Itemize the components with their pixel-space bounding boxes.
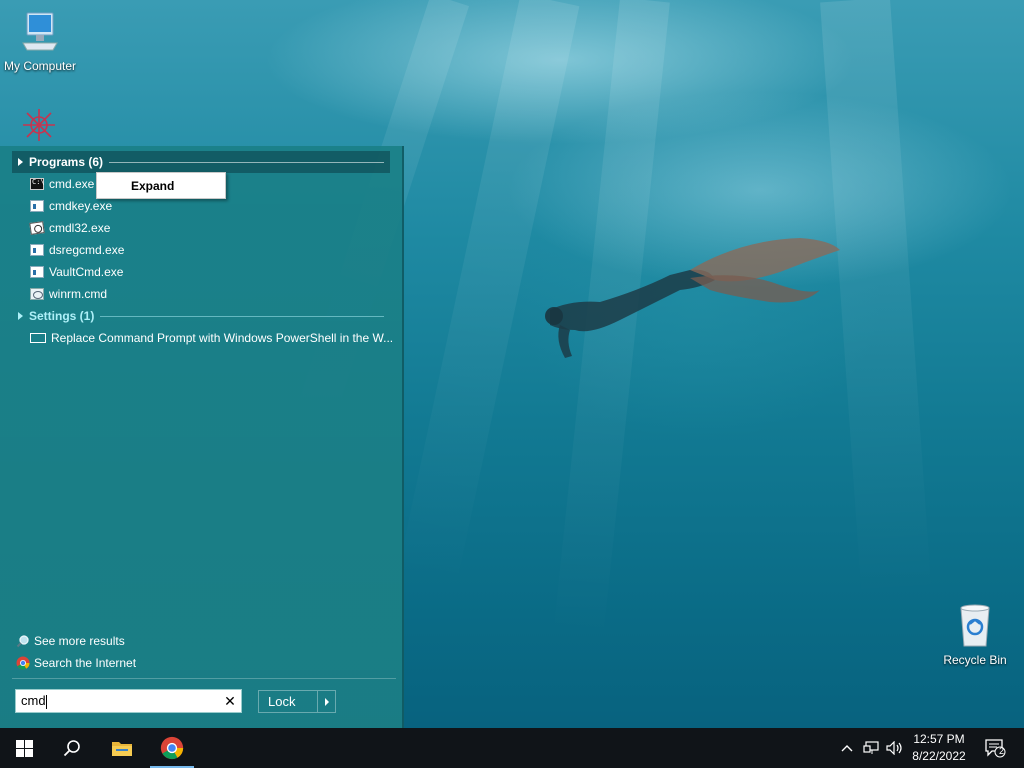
result-vaultcmd-exe[interactable]: VaultCmd.exe <box>30 262 123 282</box>
result-replace-command-prompt[interactable]: Replace Command Prompt with Windows Powe… <box>30 328 393 348</box>
certificate-icon <box>29 221 45 235</box>
trash-icon <box>960 604 990 647</box>
chrome-taskbar-button[interactable] <box>148 728 196 768</box>
lock-button[interactable]: Lock <box>258 690 336 713</box>
network-icon[interactable] <box>860 728 882 768</box>
programs-group-title: Programs (6) <box>29 155 104 169</box>
power-options-arrow-icon[interactable] <box>317 691 335 712</box>
result-label: VaultCmd.exe <box>49 265 124 279</box>
see-more-label: See more results <box>34 634 125 648</box>
action-center-button[interactable]: 2 <box>980 728 1010 768</box>
monitor-icon <box>30 333 46 343</box>
settings-group-header[interactable]: Settings (1) <box>12 305 390 327</box>
search-icon <box>63 740 80 757</box>
expand-triangle-icon <box>18 158 23 166</box>
file-explorer-button[interactable] <box>98 728 146 768</box>
programs-group-header[interactable]: Programs (6) <box>12 151 390 173</box>
cmd-icon <box>30 178 45 190</box>
result-label: cmd.exe <box>49 177 95 191</box>
start-search-input[interactable]: cmd ✕ <box>15 689 242 713</box>
app-window-icon <box>30 266 44 278</box>
context-menu-expand[interactable]: Expand <box>96 172 226 199</box>
app-window-icon <box>30 200 44 212</box>
result-label: Replace Command Prompt with Windows Powe… <box>51 331 394 345</box>
menu-separator <box>12 678 396 679</box>
result-winrm-cmd[interactable]: winrm.cmd <box>30 284 107 304</box>
result-cmdl32-exe[interactable]: cmdl32.exe <box>29 218 111 238</box>
script-icon <box>30 288 44 300</box>
folder-icon <box>112 742 132 756</box>
magnifier-icon <box>16 635 29 648</box>
result-cmd-exe[interactable]: cmd.exe <box>30 174 94 194</box>
recycle-bin-icon[interactable]: Recycle Bin <box>935 602 1015 667</box>
text-caret <box>45 694 47 709</box>
result-label: winrm.cmd <box>49 287 108 301</box>
result-cmdkey-exe[interactable]: cmdkey.exe <box>30 196 112 216</box>
notification-count: 2 <box>999 746 1005 756</box>
chrome-icon <box>160 736 184 760</box>
start-button[interactable] <box>0 728 48 768</box>
system-clock[interactable]: 12:57 PM 8/22/2022 <box>904 731 974 765</box>
windows-logo-icon <box>15 739 33 757</box>
result-label: dsregcmd.exe <box>49 243 125 257</box>
my-computer-label: My Computer <box>3 59 77 73</box>
search-internet-link[interactable]: Search the Internet <box>16 654 136 672</box>
clock-time: 12:57 PM <box>913 732 965 746</box>
expand-label: Expand <box>131 178 175 193</box>
search-value: cmd <box>21 693 46 709</box>
lock-label: Lock <box>268 694 296 709</box>
group-divider <box>100 315 384 317</box>
hub-icon <box>23 109 55 141</box>
recycle-bin-label: Recycle Bin <box>943 653 1007 667</box>
see-more-results-link[interactable]: See more results <box>16 632 125 650</box>
taskbar: 12:57 PM 8/22/2022 2 <box>0 728 1024 768</box>
result-dsregcmd-exe[interactable]: dsregcmd.exe <box>30 240 124 260</box>
clock-date: 8/22/2022 <box>912 749 966 763</box>
my-computer-icon[interactable]: My Computer <box>0 10 80 73</box>
expand-triangle-icon <box>18 312 23 320</box>
search-button[interactable] <box>48 728 96 768</box>
search-internet-label: Search the Internet <box>34 656 137 670</box>
app-window-icon <box>30 244 44 256</box>
group-divider <box>109 161 384 163</box>
clear-search-icon[interactable]: ✕ <box>219 693 241 710</box>
network-app-icon[interactable] <box>16 105 62 145</box>
chrome-icon <box>16 656 30 670</box>
computer-icon <box>22 12 58 51</box>
volume-icon[interactable] <box>884 728 906 768</box>
result-label: cmdl32.exe <box>49 221 111 235</box>
show-hidden-icons-chevron-up-icon[interactable] <box>838 728 856 768</box>
settings-group-title: Settings (1) <box>29 309 95 323</box>
result-label: cmdkey.exe <box>49 199 113 213</box>
diver-silhouette <box>545 238 840 358</box>
